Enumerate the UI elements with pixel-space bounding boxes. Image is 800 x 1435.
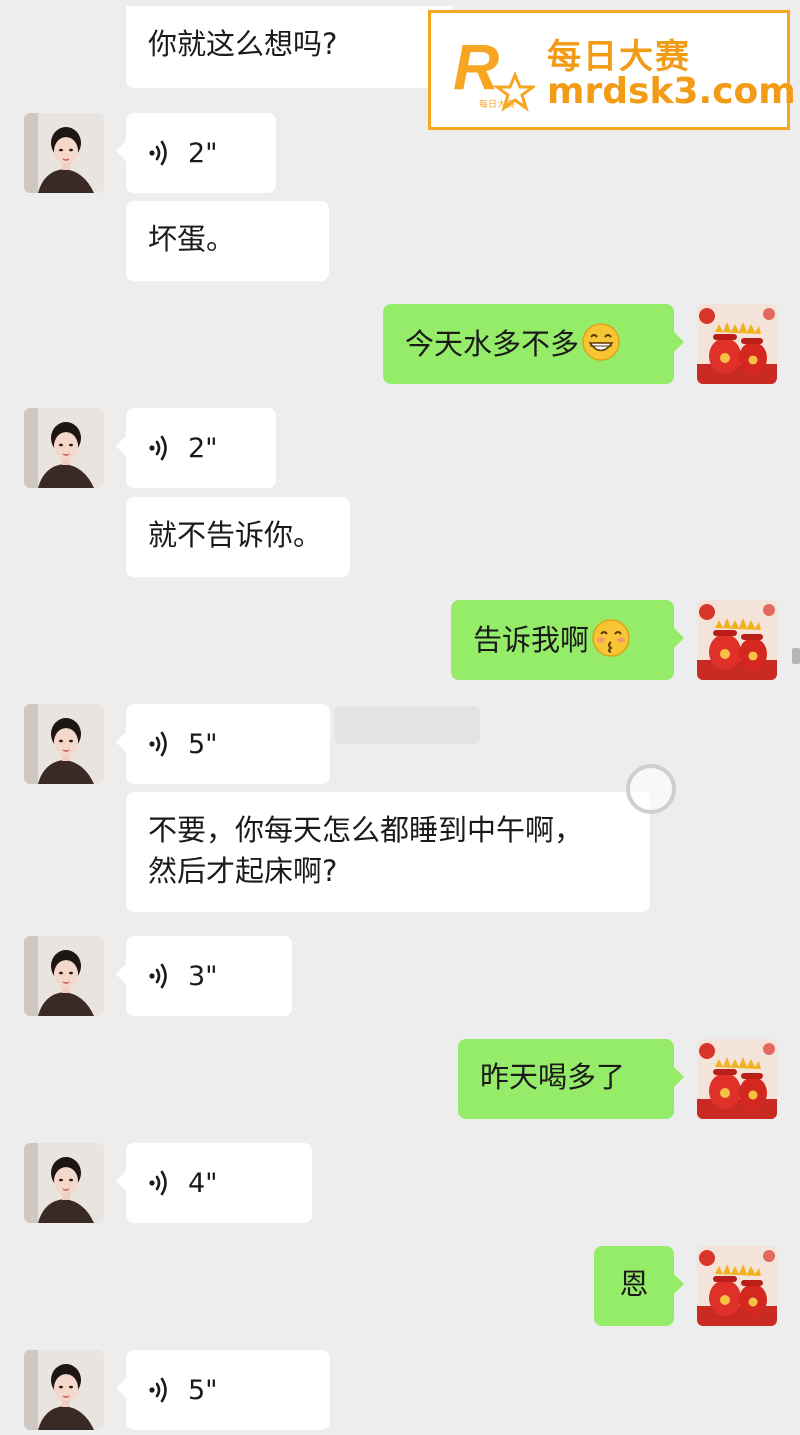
self-avatar[interactable]	[697, 600, 777, 680]
message-text: 就不告诉你。	[148, 518, 323, 552]
voice-message[interactable]: 2"	[116, 113, 276, 193]
contact-avatar[interactable]	[24, 1143, 104, 1223]
logo-letter: R	[453, 31, 499, 103]
message-text-line-2: 然后才起床啊?	[148, 854, 338, 888]
voice-wave-icon	[146, 1376, 174, 1404]
self-avatar[interactable]	[697, 1039, 777, 1119]
message-text: 你就这么想吗?	[148, 27, 338, 61]
message-text: 告诉我啊	[473, 623, 590, 657]
voice-duration: 4"	[188, 1167, 218, 1199]
voice-message[interactable]: 4"	[116, 1143, 312, 1223]
message-text-bubble[interactable]: 你就这么想吗?	[126, 6, 452, 88]
voice-duration: 2"	[188, 137, 218, 169]
message-text-bubble[interactable]: 不要，你每天怎么都睡到中午啊， 然后才起床啊?	[126, 792, 650, 912]
self-avatar[interactable]	[697, 304, 777, 384]
voice-message[interactable]: 5"	[116, 1350, 330, 1430]
watermark-url: mrdsk3.com	[547, 71, 796, 112]
voice-duration: 2"	[188, 432, 218, 464]
voice-duration: 3"	[188, 960, 218, 992]
voice-message[interactable]: 5"	[116, 704, 330, 784]
message-text: 今天水多不多	[405, 327, 580, 361]
voice-wave-icon	[146, 962, 174, 990]
logo-small-text: 每日大赛	[479, 98, 515, 109]
contact-avatar[interactable]	[24, 408, 104, 488]
contact-avatar[interactable]	[24, 704, 104, 784]
watermark-logo: R 每日大赛	[449, 27, 538, 121]
message-text-bubble-outgoing[interactable]: 告诉我啊	[451, 600, 684, 680]
message-text: 昨天喝多了	[480, 1060, 626, 1094]
ghost-overlay	[334, 706, 480, 744]
voice-duration: 5"	[188, 1374, 218, 1406]
message-text-bubble-outgoing[interactable]: 昨天喝多了	[458, 1039, 684, 1119]
message-text-bubble-outgoing[interactable]: 今天水多不多	[383, 304, 684, 384]
voice-message[interactable]: 3"	[116, 936, 292, 1016]
kiss-emoji-icon	[591, 618, 631, 658]
floating-ring-overlay	[626, 764, 676, 814]
voice-wave-icon	[146, 730, 174, 758]
message-text-bubble[interactable]: 就不告诉你。	[126, 497, 350, 577]
message-text: 恩	[619, 1267, 649, 1301]
voice-wave-icon	[146, 139, 174, 167]
grin-emoji-icon	[581, 322, 621, 362]
voice-wave-icon	[146, 434, 174, 462]
contact-avatar[interactable]	[24, 936, 104, 1016]
voice-message[interactable]: 2"	[116, 408, 276, 488]
voice-wave-icon	[146, 1169, 174, 1197]
message-text-line-1: 不要，你每天怎么都睡到中午啊，	[148, 813, 584, 847]
message-text: 坏蛋。	[148, 222, 236, 256]
watermark: R 每日大赛 每日大赛 mrdsk3.com	[428, 10, 796, 130]
message-text-bubble-outgoing[interactable]: 恩	[594, 1246, 684, 1326]
self-avatar[interactable]	[697, 1246, 777, 1326]
contact-avatar[interactable]	[24, 1350, 104, 1430]
scrollbar-thumb[interactable]	[792, 648, 800, 664]
contact-avatar[interactable]	[24, 113, 104, 193]
message-text-bubble[interactable]: 坏蛋。	[126, 201, 329, 281]
voice-duration: 5"	[188, 728, 218, 760]
